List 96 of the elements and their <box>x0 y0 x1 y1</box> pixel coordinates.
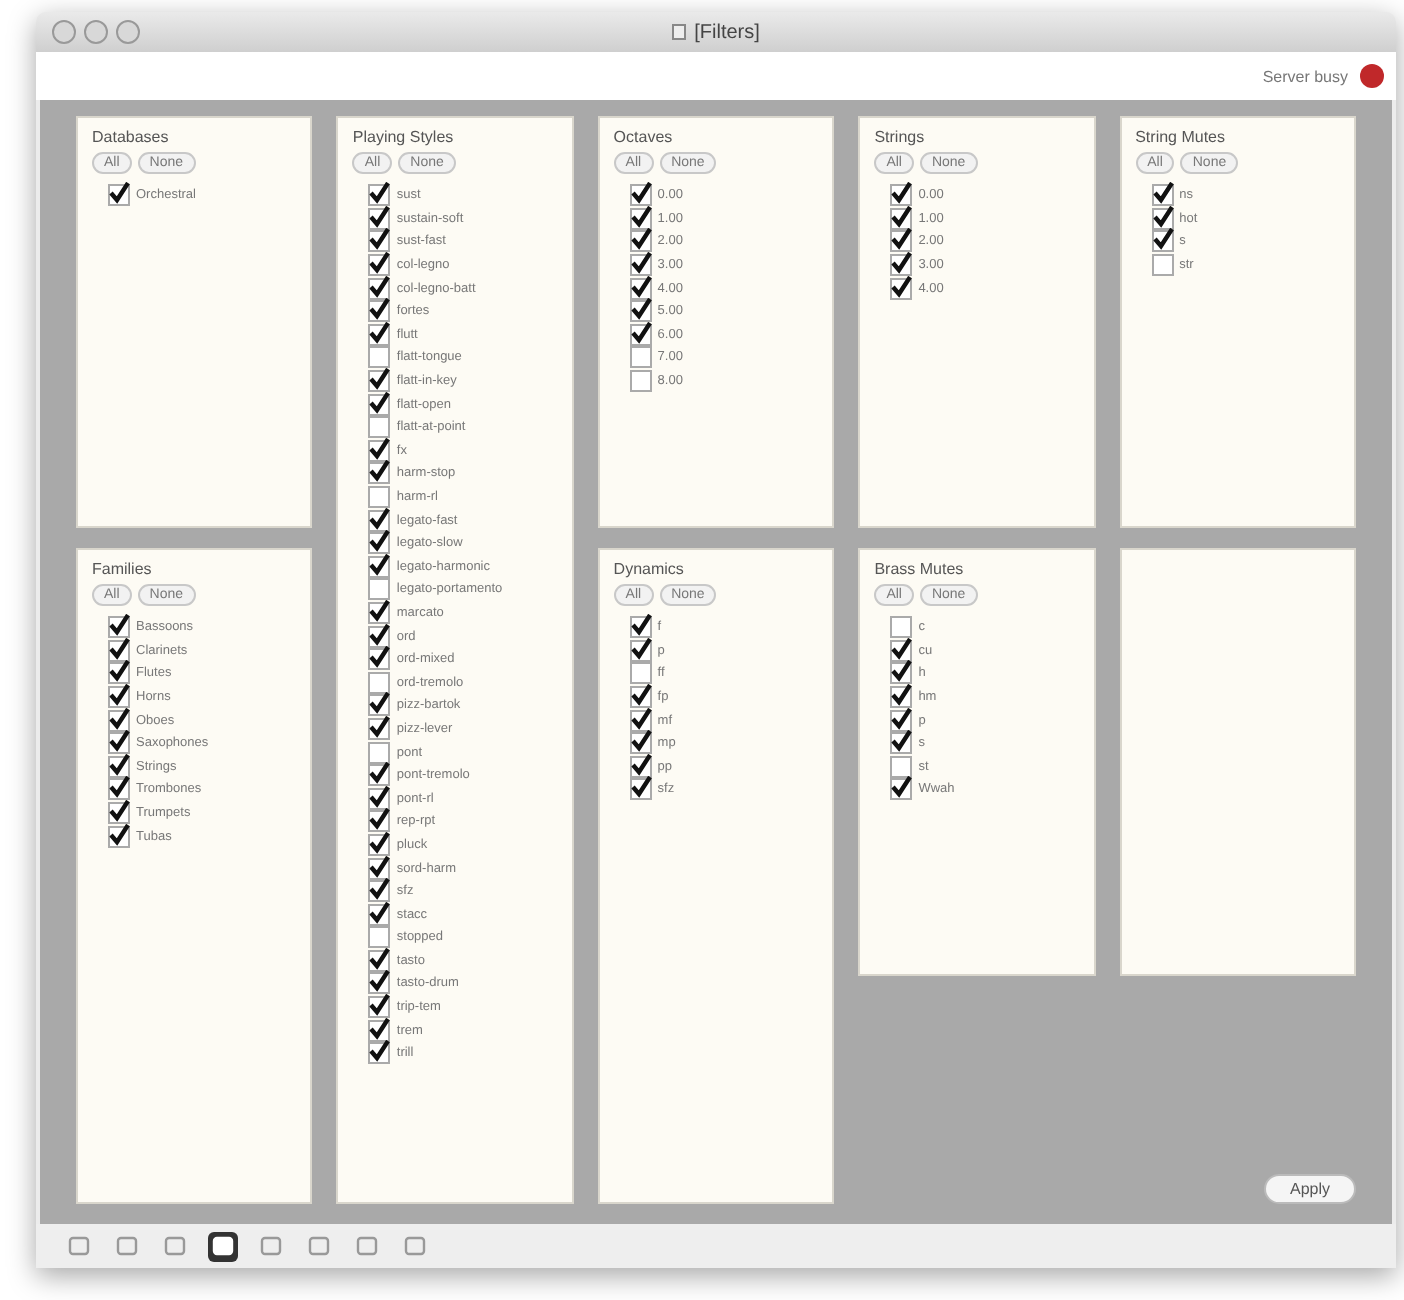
checkbox[interactable] <box>368 601 391 624</box>
checkbox[interactable] <box>368 880 391 903</box>
checkbox[interactable] <box>890 639 913 662</box>
checkbox[interactable] <box>890 230 913 253</box>
checkbox[interactable] <box>368 346 391 369</box>
checkbox[interactable] <box>368 741 391 764</box>
checkbox[interactable] <box>368 857 391 880</box>
checkbox[interactable] <box>368 462 391 485</box>
checkbox[interactable] <box>629 300 652 323</box>
checkbox[interactable] <box>629 184 652 207</box>
checkbox[interactable] <box>368 300 391 323</box>
checkbox[interactable] <box>890 732 913 755</box>
checkbox[interactable] <box>1151 184 1174 207</box>
checkbox[interactable] <box>890 184 913 207</box>
checkbox[interactable] <box>368 949 391 972</box>
panel-title: String Mutes <box>1135 128 1227 146</box>
checkbox[interactable] <box>1151 230 1174 253</box>
document-icon <box>672 24 687 40</box>
checkbox[interactable] <box>890 254 913 277</box>
checkbox[interactable] <box>108 639 130 662</box>
status-text: Server busy <box>1262 67 1348 85</box>
checkbox[interactable] <box>890 686 913 709</box>
checkbox[interactable] <box>629 207 652 230</box>
checkbox[interactable] <box>108 778 130 801</box>
checkbox[interactable] <box>368 903 391 926</box>
checkbox[interactable] <box>368 370 391 393</box>
checkbox[interactable] <box>108 709 130 732</box>
checkbox[interactable] <box>890 709 913 732</box>
panel-title: Strings <box>874 128 927 146</box>
panel-title: Brass Mutes <box>874 560 966 578</box>
checkbox[interactable] <box>108 616 130 639</box>
checkbox[interactable] <box>368 625 391 648</box>
checkbox[interactable] <box>629 662 652 685</box>
checkbox[interactable] <box>368 717 391 740</box>
checkbox[interactable] <box>368 555 391 578</box>
checkbox[interactable] <box>368 764 391 787</box>
checkbox[interactable] <box>368 416 391 439</box>
checkbox[interactable] <box>629 323 652 346</box>
checkbox[interactable] <box>108 755 130 778</box>
checkbox[interactable] <box>368 648 391 671</box>
checkbox[interactable] <box>368 833 391 856</box>
checkbox[interactable] <box>890 662 913 685</box>
panel-title: Databases <box>92 128 171 146</box>
checkbox[interactable] <box>629 277 652 300</box>
checkbox[interactable] <box>629 370 652 393</box>
checkbox[interactable] <box>368 926 391 949</box>
checkbox[interactable] <box>368 184 391 207</box>
checkbox[interactable] <box>629 686 652 709</box>
checkbox[interactable] <box>368 486 391 509</box>
checkbox[interactable] <box>368 509 391 532</box>
checkbox[interactable] <box>368 578 391 601</box>
checkbox[interactable] <box>368 532 391 555</box>
panel-title: Octaves <box>613 128 675 146</box>
checkbox[interactable] <box>629 709 652 732</box>
checkbox[interactable] <box>629 346 652 369</box>
checkbox[interactable] <box>890 207 913 230</box>
checkbox[interactable] <box>368 810 391 833</box>
panel-title: Playing Styles <box>352 128 456 146</box>
window-title: [Filters] <box>694 21 760 43</box>
panel-title: Families <box>92 560 154 578</box>
checkbox[interactable] <box>368 277 391 300</box>
checkbox[interactable] <box>1151 254 1174 277</box>
checkbox[interactable] <box>368 207 391 230</box>
checkbox[interactable] <box>629 778 652 801</box>
apply-button[interactable]: Apply <box>1263 1174 1356 1204</box>
checkbox[interactable] <box>629 230 652 253</box>
toolbar-button[interactable] <box>208 1231 238 1261</box>
checkbox[interactable] <box>368 671 391 694</box>
checkbox[interactable] <box>890 616 913 639</box>
checkbox[interactable] <box>629 732 652 755</box>
checkbox[interactable] <box>368 323 391 346</box>
checkbox[interactable] <box>890 277 913 300</box>
checkbox[interactable] <box>629 616 652 639</box>
checkbox[interactable] <box>368 996 391 1019</box>
checkbox[interactable] <box>108 825 130 848</box>
checkbox[interactable] <box>368 1042 391 1065</box>
checkbox[interactable] <box>629 755 652 778</box>
checkbox[interactable] <box>368 787 391 810</box>
checkbox[interactable] <box>108 686 130 709</box>
checkbox[interactable] <box>1151 207 1174 230</box>
checkbox[interactable] <box>368 1019 391 1042</box>
checkbox[interactable] <box>629 639 652 662</box>
checkbox[interactable] <box>108 802 130 825</box>
checkbox[interactable] <box>108 732 130 755</box>
checkbox[interactable] <box>108 184 130 207</box>
checkbox[interactable] <box>890 755 913 778</box>
panel-title: Dynamics <box>613 560 686 578</box>
checkbox[interactable] <box>368 972 391 995</box>
checkbox[interactable] <box>629 254 652 277</box>
checkbox[interactable] <box>890 778 913 801</box>
checkbox[interactable] <box>368 393 391 416</box>
checkbox[interactable] <box>368 254 391 277</box>
checkbox[interactable] <box>368 230 391 253</box>
checkbox[interactable] <box>368 694 391 717</box>
checkbox[interactable] <box>368 439 391 462</box>
checkbox[interactable] <box>108 662 130 685</box>
